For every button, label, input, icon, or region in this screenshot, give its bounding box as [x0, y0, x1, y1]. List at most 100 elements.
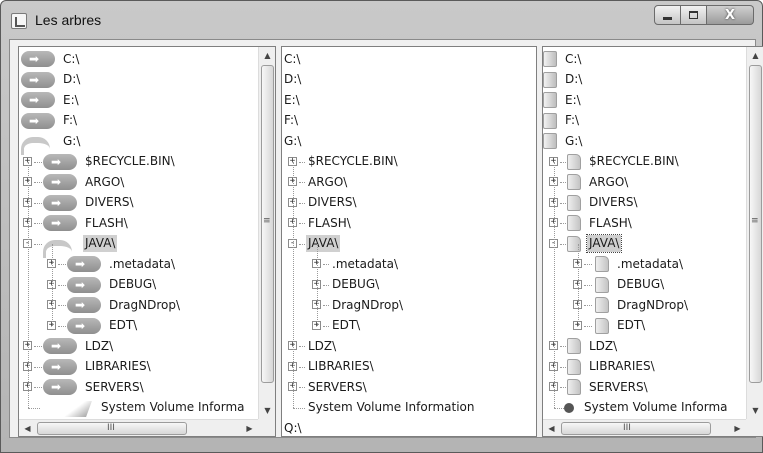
scroll-left-icon[interactable]: ◀	[543, 420, 560, 436]
tree-node-folder[interactable]: DEBUG\	[67, 275, 158, 295]
scroll-up-icon[interactable]: ▲	[259, 47, 275, 64]
tree-node-drive[interactable]: F:\	[21, 111, 79, 131]
tree-node-folder[interactable]: SERVERS\	[567, 377, 650, 397]
folder-icon	[567, 338, 581, 354]
scroll-down-icon[interactable]: ▼	[747, 402, 763, 419]
scroll-right-icon[interactable]: ▶	[729, 420, 746, 436]
tree-node-folder[interactable]: ARGO\	[43, 172, 126, 192]
tree-node-folder[interactable]: DEBUG\	[595, 275, 666, 295]
tree-connector	[28, 407, 40, 409]
tree-node-folder[interactable]: $RECYCLE.BIN\	[567, 152, 681, 172]
scroll-down-icon[interactable]: ▼	[259, 402, 275, 419]
scroll-thumb-h3[interactable]	[561, 422, 711, 435]
tree-node-folder[interactable]: LDZ\	[43, 336, 115, 356]
tree-node-drive[interactable]: G:\	[21, 131, 82, 155]
tree-node-folder[interactable]: DragNDrop\	[330, 295, 405, 315]
tree-node-drive[interactable]: C:\	[21, 49, 81, 69]
title-bar[interactable]: Les arbres X	[1, 1, 762, 39]
tree-node-drive[interactable]: E:\	[282, 90, 302, 110]
tree-node-folder[interactable]: LIBRARIES\	[43, 357, 153, 377]
tree-node-folder[interactable]: LIBRARIES\	[306, 357, 376, 377]
tree-node-folder[interactable]: DIVERS\	[43, 193, 136, 213]
tree-node-folder[interactable]: .metadata\	[595, 254, 685, 274]
scroll-left-icon[interactable]: ◀	[19, 420, 36, 436]
folder-icon	[567, 358, 581, 375]
tree-node-folder[interactable]: SERVERS\	[306, 377, 369, 397]
tree-node-system-volume[interactable]: System Volume Informa	[561, 398, 729, 418]
tree-node-folder[interactable]: ARGO\	[306, 172, 349, 192]
app-icon[interactable]	[11, 13, 27, 29]
tree-node-folder[interactable]: FLASH\	[306, 213, 353, 233]
arrow-pill-icon	[67, 256, 101, 272]
tree-node-drive[interactable]: D:\	[21, 70, 82, 90]
tree-node-folder[interactable]: EDT\	[330, 316, 362, 336]
tree-node-label: SERVERS\	[85, 379, 144, 394]
tree-view-1[interactable]: C:\D:\E:\F:\G:\+$RECYCLE.BIN\+ARGO\+DIVE…	[19, 47, 275, 436]
tree-node-folder[interactable]: $RECYCLE.BIN\	[43, 152, 177, 172]
tree-node-drive[interactable]: E:\	[543, 90, 583, 110]
client-area: C:\D:\E:\F:\G:\+$RECYCLE.BIN\+ARGO\+DIVE…	[9, 39, 763, 438]
tree-node-folder[interactable]: DEBUG\	[330, 275, 381, 295]
tree-node-label: LDZ\	[308, 338, 337, 353]
tree-node-folder[interactable]: LIBRARIES\	[567, 357, 657, 377]
tree-node-folder[interactable]: .metadata\	[67, 254, 177, 274]
tree-view-3[interactable]: C:\ D:\ E:\ F:\ G:\ + $RECYCLE.BIN\ + ARGO\ + DIVE…	[543, 47, 763, 436]
maximize-button[interactable]	[681, 5, 707, 25]
tree-node-folder[interactable]: LDZ\	[567, 336, 619, 356]
tree-node-label: LIBRARIES\	[589, 359, 655, 373]
tree-node-folder[interactable]: JAVA\	[43, 234, 118, 258]
tree-view-2[interactable]: C:\ D:\ E:\ F:\ G:\ + $RECYCLE.BIN\ + ARGO\ + DIVE…	[282, 47, 536, 436]
tree-node-folder[interactable]: LDZ\	[306, 336, 338, 356]
tree-node-drive[interactable]: G:\	[282, 131, 303, 151]
tree-node-label: EDT\	[109, 318, 138, 332]
tree-node-folder[interactable]: EDT\	[67, 316, 139, 336]
tree-node-folder[interactable]: DragNDrop\	[595, 295, 690, 315]
tree-node-label: $RECYCLE.BIN\	[589, 154, 679, 168]
tree-node-folder[interactable]: DIVERS\	[567, 193, 640, 213]
tree-node-drive[interactable]: G:\	[543, 131, 584, 151]
tree-node-drive[interactable]: D:\	[282, 70, 303, 90]
tree-node-drive[interactable]: Q:\	[282, 418, 304, 436]
tree-node-folder[interactable]: DragNDrop\	[67, 295, 182, 315]
tree-node-label: SERVERS\	[589, 379, 648, 394]
scroll-up-icon[interactable]: ▲	[747, 47, 763, 64]
horizontal-scrollbar-3[interactable]: ◀ III ▶	[543, 419, 746, 436]
tree-node-system-volume[interactable]: System Volume Information	[306, 398, 476, 418]
tree-node-label: JAVA\	[306, 235, 341, 252]
tree-node-drive[interactable]: F:\	[543, 111, 581, 131]
grip-icon: ≡	[751, 216, 759, 226]
vertical-scrollbar-1[interactable]: ▲ ≡ ▼	[258, 47, 275, 419]
tree-node-folder[interactable]: EDT\	[595, 316, 647, 336]
tree-node-drive[interactable]: E:\	[21, 90, 81, 110]
arrow-pill-icon	[43, 379, 77, 395]
tree-node-label: C:\	[63, 51, 80, 66]
tree-node-label: LDZ\	[85, 338, 114, 353]
tree-node-drive[interactable]: D:\	[543, 70, 584, 90]
tree-node-folder[interactable]: ARGO\	[567, 172, 630, 192]
tree-node-folder[interactable]: FLASH\	[567, 213, 634, 233]
tree-node-label: JAVA\	[585, 234, 623, 253]
tree-node-label: E:\	[565, 92, 581, 107]
tree-connector	[323, 325, 329, 327]
minimize-button[interactable]	[654, 5, 681, 25]
tree-node-folder[interactable]: $RECYCLE.BIN\	[306, 152, 400, 172]
tree-node-drive[interactable]: C:\	[282, 49, 302, 69]
tree-connector	[34, 346, 42, 347]
tree-connector	[584, 284, 592, 286]
tree-node-folder[interactable]: SERVERS\	[43, 377, 146, 397]
tree-node-label: $RECYCLE.BIN\	[85, 154, 175, 168]
tree-node-folder[interactable]: JAVA\	[306, 234, 341, 254]
tree-node-drive[interactable]: F:\	[282, 111, 300, 131]
tree-node-system-volume[interactable]: System Volume Informa	[63, 398, 246, 418]
scroll-right-icon[interactable]: ▶	[241, 420, 258, 436]
close-button[interactable]: X	[707, 5, 754, 25]
tree-node-folder[interactable]: FLASH\	[43, 213, 130, 233]
tree-node-label: DIVERS\	[85, 195, 134, 209]
tree-node-folder[interactable]: DIVERS\	[306, 193, 359, 213]
tree-node-folder[interactable]: JAVA\	[567, 234, 623, 254]
horizontal-scrollbar-1[interactable]: ◀ III ▶	[19, 419, 258, 436]
tree-node-label: Q:\	[284, 420, 302, 435]
tree-node-drive[interactable]: C:\	[543, 49, 583, 69]
tree-node-folder[interactable]: .metadata\	[330, 254, 400, 274]
vertical-scrollbar-3[interactable]: ▲ ≡ ▼	[746, 47, 763, 419]
